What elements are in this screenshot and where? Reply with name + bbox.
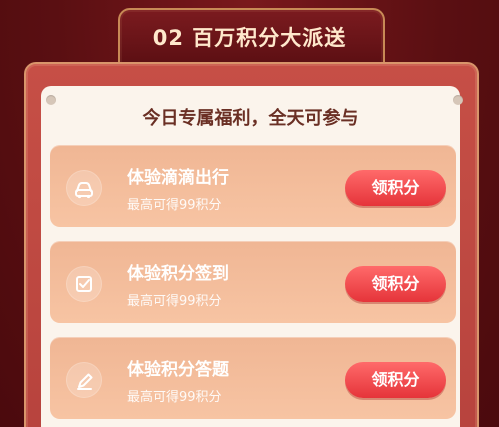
claim-points-button[interactable]: 领积分 — [345, 362, 446, 398]
claim-points-button[interactable]: 领积分 — [345, 266, 446, 302]
points-campaign-screen: 02 百万积分大派送 今日专属福利，全天可参与 体验滴滴出行 最高可得99积分 … — [0, 0, 499, 427]
task-title: 体验积分签到 — [127, 264, 229, 284]
section-title: 今日专属福利，全天可参与 — [142, 108, 359, 129]
task-icon-container — [66, 362, 102, 398]
task-card-checkin: 体验积分签到 最高可得99积分 领积分 — [50, 241, 456, 323]
task-title: 体验积分答题 — [127, 360, 229, 380]
checkin-icon — [76, 276, 92, 292]
task-card-didi: 体验滴滴出行 最高可得99积分 领积分 — [50, 145, 456, 227]
task-title: 体验滴滴出行 — [127, 168, 229, 188]
page-title: 02 百万积分大派送 — [152, 26, 347, 50]
task-card-quiz: 体验积分答题 最高可得99积分 领积分 — [50, 337, 456, 419]
task-icon-container — [66, 266, 102, 302]
task-subtitle: 最高可得99积分 — [127, 294, 222, 309]
task-icon-container — [66, 170, 102, 206]
task-subtitle: 最高可得99积分 — [127, 198, 222, 213]
claim-points-button[interactable]: 领积分 — [345, 170, 446, 206]
task-subtitle: 最高可得99积分 — [127, 390, 222, 405]
car-icon — [75, 182, 93, 199]
pen-icon — [77, 373, 93, 390]
